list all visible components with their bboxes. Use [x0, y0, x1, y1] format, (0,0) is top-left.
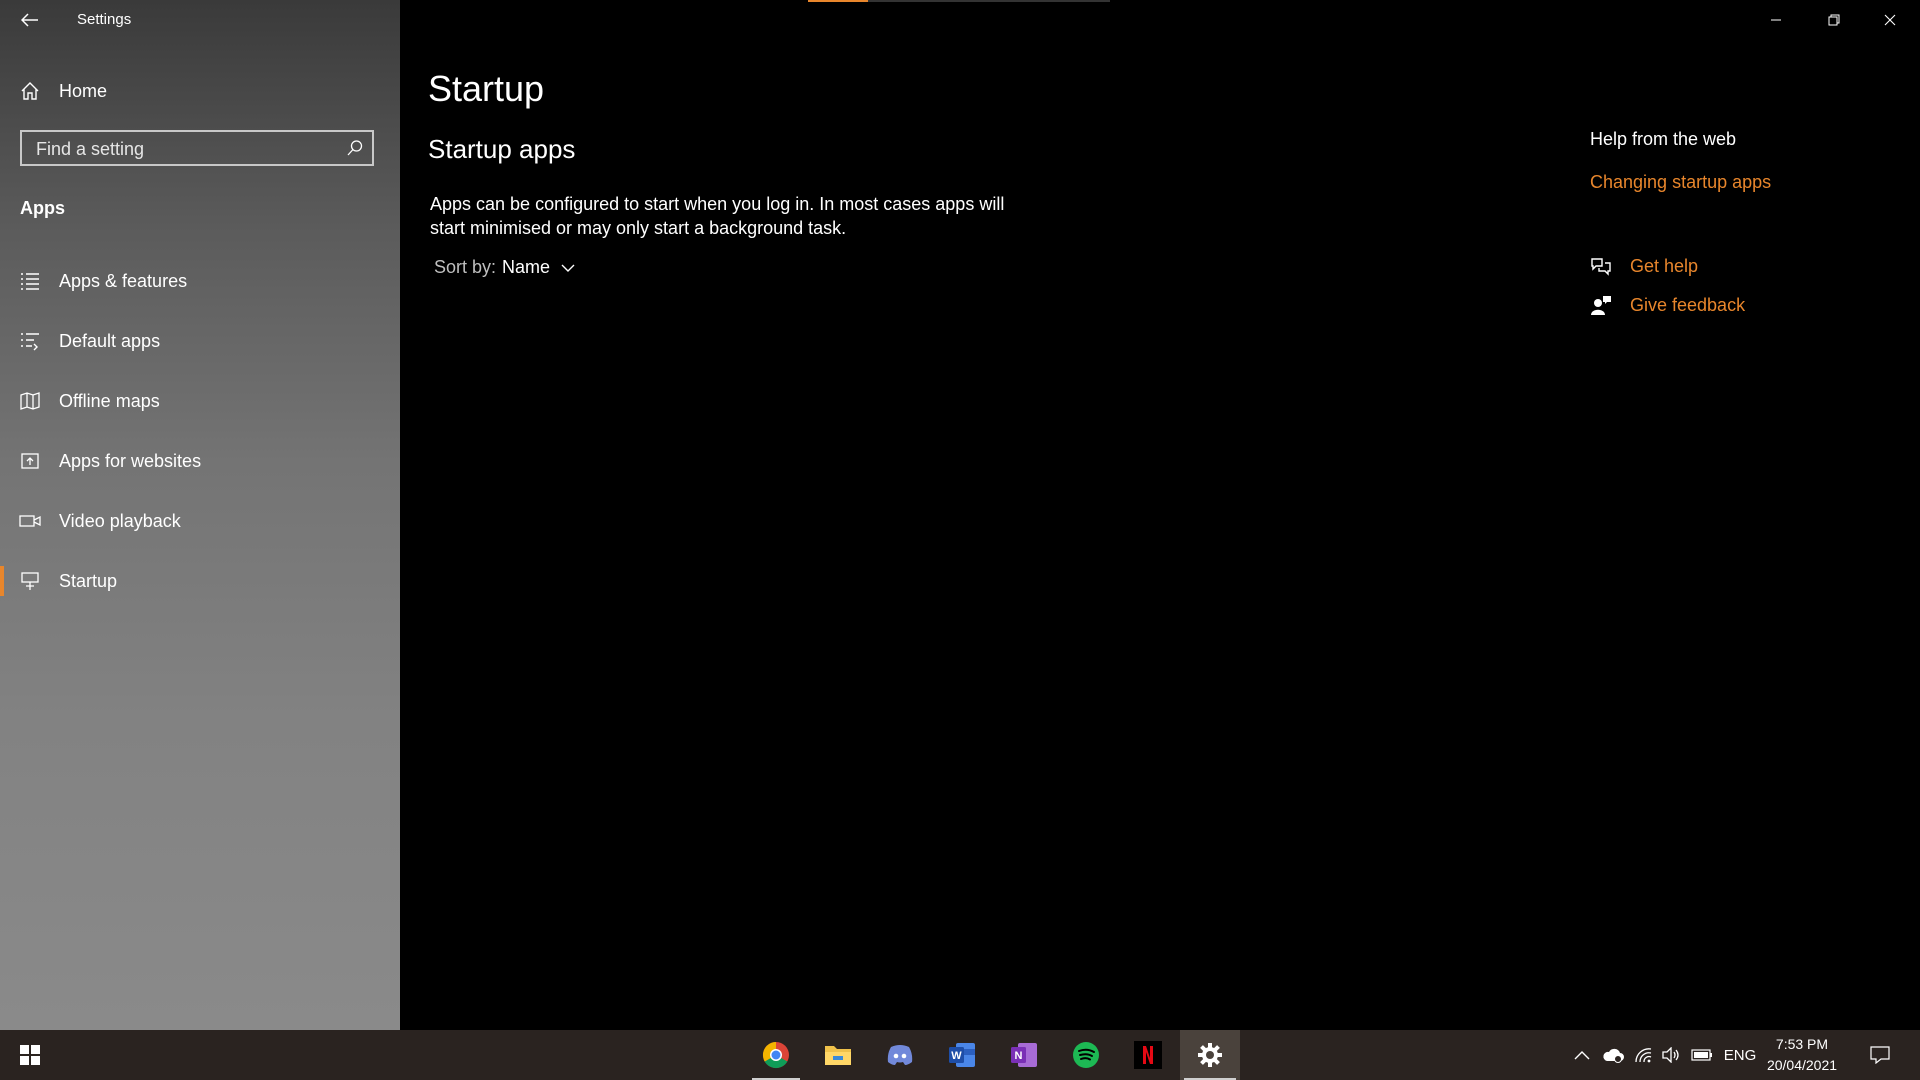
show-hidden-icons[interactable] [1570, 1030, 1594, 1080]
map-icon [19, 390, 41, 412]
feedback-icon [1591, 296, 1611, 315]
get-help-icon [1591, 258, 1611, 276]
home-label: Home [59, 80, 108, 101]
taskbar-clock[interactable]: 7:53 PM 20/04/2021 [1760, 1034, 1844, 1076]
taskbar-onenote[interactable]: N [996, 1030, 1052, 1080]
sort-value: Name [502, 257, 551, 277]
spotify-icon [1073, 1042, 1099, 1068]
home-icon [19, 80, 41, 102]
search-box[interactable] [20, 130, 374, 166]
get-help-row[interactable]: Get help [1590, 255, 1698, 277]
taskbar-chrome[interactable] [748, 1030, 804, 1080]
svg-text:N: N [1015, 1050, 1023, 1062]
app-title: Settings [77, 11, 132, 28]
chevron-up-icon [1574, 1051, 1590, 1060]
startup-icon [19, 570, 41, 592]
tray-language[interactable]: ENG [1720, 1030, 1760, 1080]
sidebar-item-home[interactable]: Home [0, 68, 400, 114]
tray-volume[interactable] [1658, 1030, 1684, 1080]
taskbar-netflix[interactable] [1120, 1030, 1176, 1080]
tray-battery[interactable] [1688, 1030, 1716, 1080]
restore-button[interactable] [1806, 0, 1862, 40]
loading-progress [808, 0, 1110, 2]
file-explorer-icon [825, 1046, 851, 1065]
give-feedback-link: Give feedback [1630, 294, 1746, 315]
sidebar-item-label: Apps for websites [59, 450, 202, 471]
sidebar-item-apps-for-websites[interactable]: Apps for websites [0, 438, 400, 484]
start-button[interactable] [10, 1030, 50, 1080]
sidebar-item-default-apps[interactable]: Default apps [0, 318, 400, 364]
title-bar: Settings [0, 0, 400, 40]
default-apps-icon [19, 330, 41, 352]
back-button[interactable] [14, 6, 46, 34]
netflix-icon [1134, 1041, 1162, 1069]
sort-dropdown[interactable]: Sort by: Name [434, 257, 576, 278]
main-content: Startup Startup apps Apps can be configu… [400, 0, 1920, 1030]
svg-text:W: W [951, 1050, 962, 1062]
sidebar-item-label: Offline maps [59, 390, 160, 411]
action-center-button[interactable] [1862, 1030, 1898, 1080]
language-indicator: ENG [1723, 1046, 1757, 1064]
close-icon [1884, 14, 1896, 26]
settings-window: Settings Home Apps Apps & features [0, 0, 1920, 1030]
sidebar-item-startup[interactable]: Startup [0, 558, 400, 604]
taskbar-discord[interactable] [872, 1030, 928, 1080]
search-input[interactable] [34, 132, 338, 166]
back-arrow-icon [21, 13, 38, 27]
video-icon [19, 510, 41, 532]
sidebar-item-video-playback[interactable]: Video playback [0, 498, 400, 544]
battery-icon [1691, 1049, 1712, 1061]
taskbar-settings[interactable] [1180, 1030, 1240, 1080]
sidebar-item-apps-features[interactable]: Apps & features [0, 258, 400, 304]
chevron-down-icon [561, 264, 575, 272]
section-subtitle: Startup apps [428, 134, 576, 164]
sidebar: Settings Home Apps Apps & features [0, 0, 400, 1030]
wifi-icon [1635, 1048, 1652, 1063]
taskbar-spotify[interactable] [1058, 1030, 1114, 1080]
close-button[interactable] [1862, 0, 1918, 40]
tray-network[interactable] [1630, 1030, 1656, 1080]
sort-label: Sort by: [434, 257, 497, 277]
onenote-icon: N [1011, 1043, 1037, 1067]
speaker-icon [1662, 1047, 1679, 1063]
taskbar-word[interactable]: W [934, 1030, 990, 1080]
help-link-changing-startup-apps[interactable]: Changing startup apps [1590, 172, 1771, 193]
open-external-icon [19, 450, 41, 472]
taskbar-file-explorer[interactable] [810, 1030, 866, 1080]
give-feedback-row[interactable]: Give feedback [1590, 294, 1745, 316]
description-text: Apps can be configured to start when you… [430, 194, 1005, 238]
get-help-link: Get help [1630, 255, 1699, 276]
chrome-icon [762, 1041, 789, 1069]
clock-date: 20/04/2021 [1766, 1057, 1838, 1073]
search-icon[interactable] [346, 139, 364, 157]
word-icon: W [949, 1043, 975, 1067]
page-title: Startup [428, 68, 545, 109]
windows-logo-icon [20, 1045, 40, 1065]
tray-onedrive[interactable] [1600, 1030, 1626, 1080]
sidebar-item-label: Startup [59, 570, 118, 591]
clock-time: 7:53 PM [1775, 1036, 1829, 1052]
help-heading: Help from the web [1590, 129, 1737, 149]
sidebar-item-label: Video playback [59, 510, 181, 531]
notification-icon [1870, 1046, 1890, 1064]
list-icon [19, 270, 41, 292]
taskbar: W N ENG 7:53 PM 20/04/2021 [0, 1030, 1920, 1080]
minimize-icon [1771, 19, 1781, 21]
minimize-button[interactable] [1748, 0, 1804, 40]
discord-icon [887, 1045, 913, 1065]
section-heading-apps: Apps [20, 198, 65, 218]
sidebar-item-label: Default apps [59, 330, 161, 351]
onedrive-icon [1603, 1048, 1624, 1063]
sidebar-item-offline-maps[interactable]: Offline maps [0, 378, 400, 424]
sidebar-item-label: Apps & features [59, 270, 188, 291]
settings-gear-icon [1198, 1043, 1222, 1067]
restore-icon [1828, 14, 1840, 26]
